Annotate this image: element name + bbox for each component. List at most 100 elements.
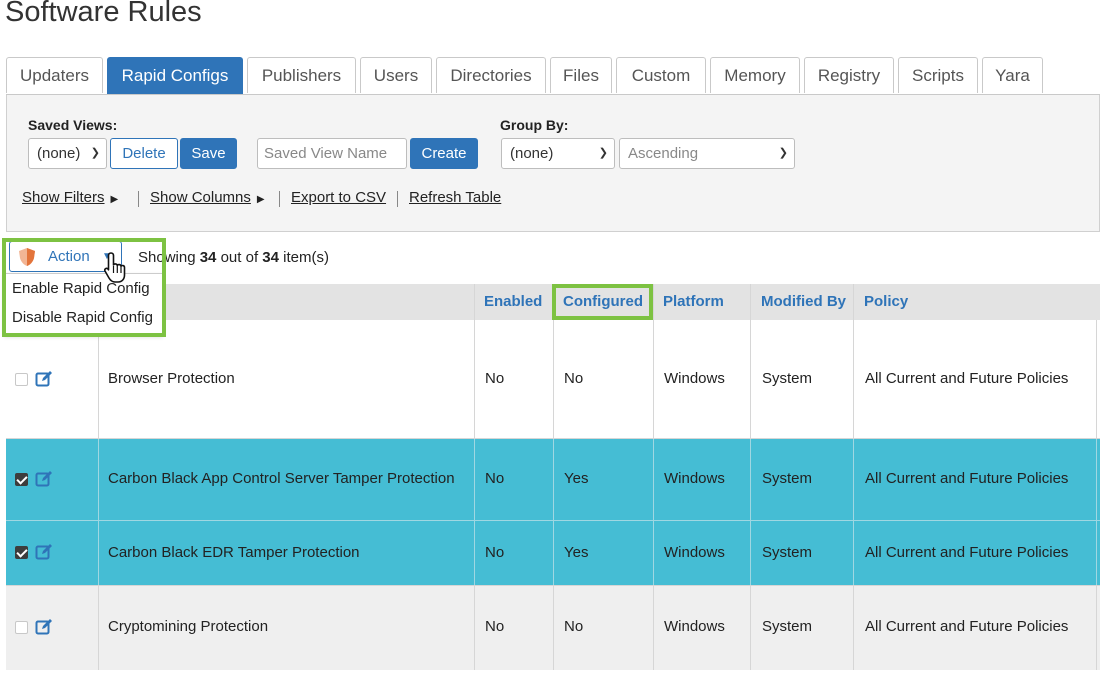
sort-order-select[interactable]: Ascending ❯	[619, 138, 795, 169]
policy-value: All Current and Future Policies	[865, 618, 1069, 635]
divider	[853, 586, 854, 670]
rule-name: Cryptomining Protection	[108, 618, 269, 635]
configured-value: Yes	[564, 470, 589, 487]
edit-icon[interactable]	[35, 543, 53, 561]
caret-right-icon: ▶	[110, 194, 119, 205]
caret-right-icon: ▶	[256, 194, 265, 205]
divider	[750, 439, 751, 520]
rule-name: Carbon Black App Control Server Tamper P…	[108, 470, 455, 487]
tab-yara[interactable]: Yara	[982, 57, 1043, 93]
column-platform[interactable]: Platform	[663, 284, 724, 320]
divider	[853, 320, 854, 438]
divider	[853, 439, 854, 520]
saved-view-name-input[interactable]: Saved View Name	[257, 138, 407, 169]
divider	[1096, 521, 1097, 585]
divider	[1096, 320, 1097, 438]
divider	[1096, 439, 1097, 520]
refresh-table-link[interactable]: Refresh Table	[409, 189, 501, 206]
tab-users[interactable]: Users	[360, 57, 432, 93]
tab-custom[interactable]: Custom	[616, 57, 706, 93]
edit-icon[interactable]	[35, 470, 53, 488]
saved-views-select[interactable]: (none) ❯	[28, 138, 107, 169]
row-checkbox[interactable]	[15, 473, 28, 486]
table-row[interactable]: Carbon Black EDR Tamper Protection No Ye…	[6, 521, 1100, 586]
divider	[750, 320, 751, 438]
tab-scripts[interactable]: Scripts	[898, 57, 978, 93]
policy-value: All Current and Future Policies	[865, 470, 1069, 487]
column-enabled[interactable]: Enabled	[484, 284, 542, 320]
show-filters-link[interactable]: Show Filters ▶	[22, 189, 118, 206]
policy-value: All Current and Future Policies	[865, 370, 1069, 387]
create-button[interactable]: Create	[410, 138, 478, 169]
tab-registry[interactable]: Registry	[804, 57, 894, 93]
hand-cursor-icon	[103, 252, 126, 283]
platform-value: Windows	[664, 470, 725, 487]
modified-by-value: System	[762, 618, 813, 635]
divider	[1096, 586, 1097, 670]
rule-name: Browser Protection	[108, 370, 235, 387]
divider	[750, 586, 751, 670]
sort-order-value: Ascending	[628, 145, 699, 162]
edit-icon[interactable]	[35, 618, 53, 636]
divider	[653, 586, 654, 670]
show-columns-link[interactable]: Show Columns ▶	[150, 189, 265, 206]
tab-updaters[interactable]: Updaters	[6, 57, 103, 93]
configured-value: Yes	[564, 544, 589, 561]
platform-value: Windows	[664, 544, 725, 561]
divider	[474, 521, 475, 585]
total-count: 34	[262, 249, 279, 266]
divider	[653, 439, 654, 520]
divider	[553, 439, 554, 520]
table-row[interactable]: Carbon Black App Control Server Tamper P…	[6, 439, 1100, 521]
divider	[397, 191, 398, 207]
platform-value: Windows	[664, 370, 725, 387]
edit-icon[interactable]	[35, 370, 53, 388]
enabled-value: No	[485, 544, 505, 561]
tab-publishers[interactable]: Publishers	[247, 57, 356, 93]
modified-by-value: System	[762, 470, 813, 487]
modified-by-value: System	[762, 370, 813, 387]
column-policy[interactable]: Policy	[864, 284, 908, 320]
row-checkbox[interactable]	[15, 373, 28, 386]
divider	[553, 586, 554, 670]
divider	[98, 439, 99, 520]
divider	[653, 521, 654, 585]
tab-files[interactable]: Files	[550, 57, 612, 93]
row-checkbox[interactable]	[15, 546, 28, 559]
shown-count: 34	[199, 249, 217, 266]
divider	[98, 320, 99, 438]
filter-panel: Saved Views: (none) ❯ Delete Save Saved …	[6, 95, 1100, 232]
divider	[98, 586, 99, 670]
group-by-select[interactable]: (none) ❯	[501, 138, 615, 169]
table-row[interactable]: Cryptomining Protection No No Windows Sy…	[6, 586, 1100, 670]
divider	[474, 439, 475, 520]
tab-memory[interactable]: Memory	[710, 57, 800, 93]
group-by-value: (none)	[510, 145, 554, 162]
export-csv-link[interactable]: Export to CSV	[291, 189, 386, 206]
divider	[279, 191, 280, 207]
modified-by-value: System	[762, 544, 813, 561]
configured-value: No	[564, 370, 584, 387]
item-count: Showing 34 out of 34 item(s)	[138, 249, 329, 266]
platform-value: Windows	[664, 618, 725, 635]
delete-button[interactable]: Delete	[110, 138, 178, 169]
show-filters-label: Show Filters	[22, 189, 105, 206]
row-checkbox[interactable]	[15, 621, 28, 634]
divider	[553, 521, 554, 585]
policy-value: All Current and Future Policies	[865, 544, 1069, 561]
page-title: Software Rules	[5, 0, 202, 28]
divider	[474, 320, 475, 438]
table-row[interactable]: Browser Protection No No Windows System …	[6, 320, 1100, 439]
chevron-down-icon: ❯	[778, 147, 788, 159]
tab-directories[interactable]: Directories	[436, 57, 546, 93]
action-highlight-box	[2, 238, 166, 337]
showing-suffix: item(s)	[283, 249, 329, 266]
divider	[750, 521, 751, 585]
tab-rapid-configs[interactable]: Rapid Configs	[107, 57, 243, 94]
chevron-down-icon: ❯	[90, 147, 100, 159]
divider	[138, 191, 139, 207]
divider	[853, 284, 854, 320]
divider	[853, 521, 854, 585]
save-button[interactable]: Save	[180, 138, 237, 169]
column-modified-by[interactable]: Modified By	[761, 284, 846, 320]
